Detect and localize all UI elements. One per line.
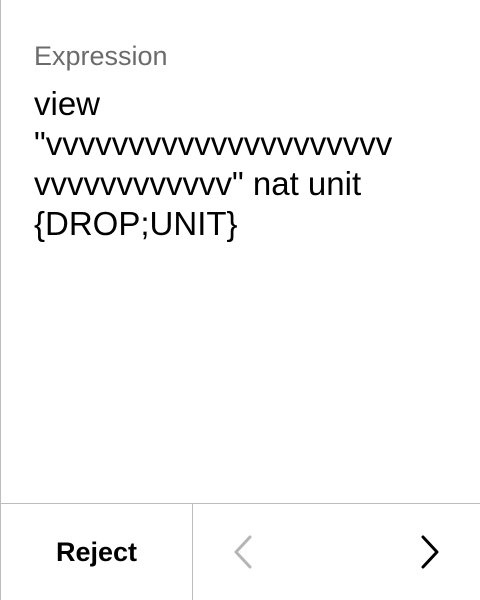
expression-value: view "vvvvvvvvvvvvvvvvvvvvv vvvvvvvvvvvv… bbox=[34, 85, 393, 242]
navigation-area bbox=[193, 504, 480, 600]
reject-button-label: Reject bbox=[55, 536, 138, 567]
next-button[interactable] bbox=[406, 528, 454, 576]
expression-panel: Expression view "vvvvvvvvvvvvvvvvvvvvv v… bbox=[34, 40, 464, 244]
previous-button[interactable] bbox=[219, 528, 267, 576]
reject-button[interactable]: Reject bbox=[1, 504, 193, 600]
action-bar: Reject bbox=[1, 503, 480, 600]
review-screen: Expression view "vvvvvvvvvvvvvvvvvvvvv v… bbox=[0, 0, 480, 600]
expression-label: Expression bbox=[34, 41, 168, 71]
chevron-left-icon bbox=[234, 535, 252, 569]
chevron-right-icon bbox=[421, 535, 439, 569]
